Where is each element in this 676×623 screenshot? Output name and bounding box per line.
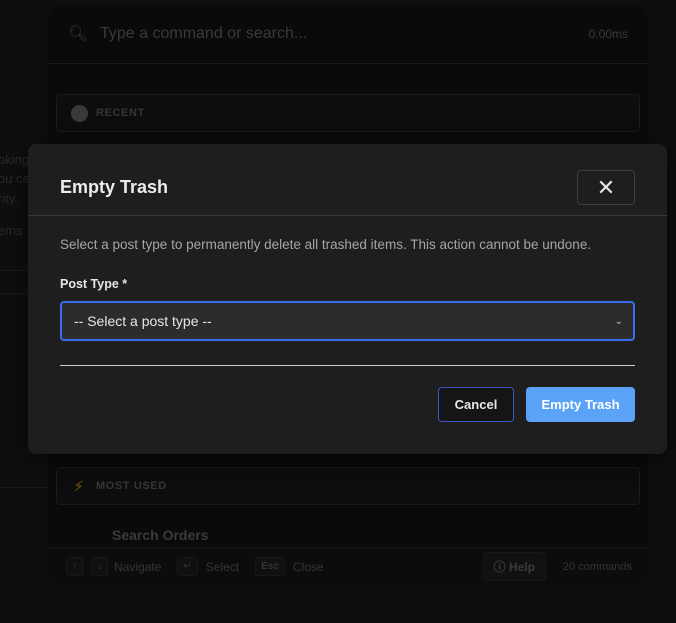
chevron-down-icon: ⌄ (614, 315, 623, 327)
cancel-button[interactable]: Cancel (438, 387, 514, 422)
search-bar: 🔍︎ 0.00ms (48, 5, 648, 64)
palette-footer: ↑ ↓ Navigate ↵ Select Esc Close ⓘ Help 2… (48, 547, 648, 585)
close-icon: ✕ (596, 174, 616, 200)
background-text: ems (0, 223, 23, 238)
command-search-input[interactable] (100, 25, 589, 43)
dialog-header: Empty Trash ✕ (28, 144, 667, 216)
select-value: -- Select a post type -- (74, 313, 212, 329)
info-icon: ⓘ (493, 560, 509, 574)
close-button[interactable]: ✕ (577, 170, 635, 205)
help-label: Help (508, 560, 535, 574)
command-count: 20 commands (562, 560, 632, 573)
dialog-divider (60, 365, 635, 366)
background-text: ou ca (0, 171, 30, 186)
select-hint: Select (205, 559, 240, 574)
navigate-hint: Navigate (114, 559, 162, 574)
close-hint: Close (292, 559, 324, 574)
most-used-section-header: ⚡︎ MOST USED (56, 467, 640, 505)
arrow-down-key: ↓ (91, 557, 108, 576)
empty-trash-button[interactable]: Empty Trash (526, 387, 635, 422)
post-type-label: Post Type * (60, 277, 128, 291)
enter-key: ↵ (177, 557, 198, 576)
lightning-icon: ⚡︎ (73, 477, 85, 494)
recent-label: RECENT (96, 107, 145, 119)
post-type-select[interactable]: -- Select a post type -- ⌄ (60, 301, 635, 341)
dialog-description: Select a post type to permanently delete… (60, 237, 592, 252)
recent-section-header: RECENT (56, 94, 640, 132)
help-button[interactable]: ⓘ Help (482, 552, 546, 581)
most-used-label: MOST USED (96, 480, 167, 492)
background-text: oking (0, 152, 30, 167)
arrow-up-key: ↑ (66, 557, 83, 576)
clock-icon (70, 104, 88, 122)
empty-trash-dialog: Empty Trash ✕ Select a post type to perm… (28, 144, 667, 454)
esc-key: Esc (255, 557, 285, 576)
dialog-title: Empty Trash (60, 177, 169, 197)
search-icon: 🔍︎ (68, 26, 89, 43)
timing-readout: 0.00ms (588, 27, 628, 41)
command-item-search-orders[interactable]: Search Orders (112, 527, 209, 543)
background-text: rity. (0, 191, 18, 206)
background-divider (0, 487, 48, 488)
